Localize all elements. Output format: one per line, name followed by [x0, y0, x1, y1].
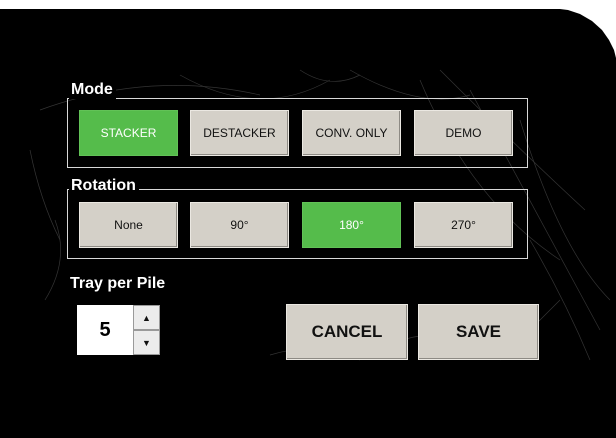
rotation-group-title: Rotation — [69, 177, 139, 195]
stepper-up-button[interactable]: ▲ — [133, 305, 160, 330]
mode-destacker-button[interactable]: DESTACKER — [190, 110, 289, 156]
rotation-90-button[interactable]: 90° — [190, 202, 289, 248]
mode-conv-only-button[interactable]: CONV. ONLY — [302, 110, 401, 156]
rotation-270-button[interactable]: 270° — [414, 202, 513, 248]
hmi-screen: Mode STACKER DESTACKER CONV. ONLY DEMO R… — [0, 9, 616, 438]
chevron-up-icon: ▲ — [142, 312, 151, 323]
tray-per-pile-value[interactable]: 5 — [77, 305, 133, 355]
chevron-down-icon: ▼ — [142, 337, 151, 348]
mode-group-title: Mode — [69, 81, 116, 99]
mode-stacker-button[interactable]: STACKER — [79, 110, 178, 156]
rotation-180-button[interactable]: 180° — [302, 202, 401, 248]
tray-per-pile-label: Tray per Pile — [70, 275, 166, 292]
save-button[interactable]: SAVE — [418, 304, 539, 360]
mode-demo-button[interactable]: DEMO — [414, 110, 513, 156]
rotation-none-button[interactable]: None — [79, 202, 178, 248]
stepper-down-button[interactable]: ▼ — [133, 330, 160, 355]
tray-per-pile-stepper[interactable]: 5 ▲ ▼ — [77, 305, 162, 355]
cancel-button[interactable]: CANCEL — [286, 304, 408, 360]
